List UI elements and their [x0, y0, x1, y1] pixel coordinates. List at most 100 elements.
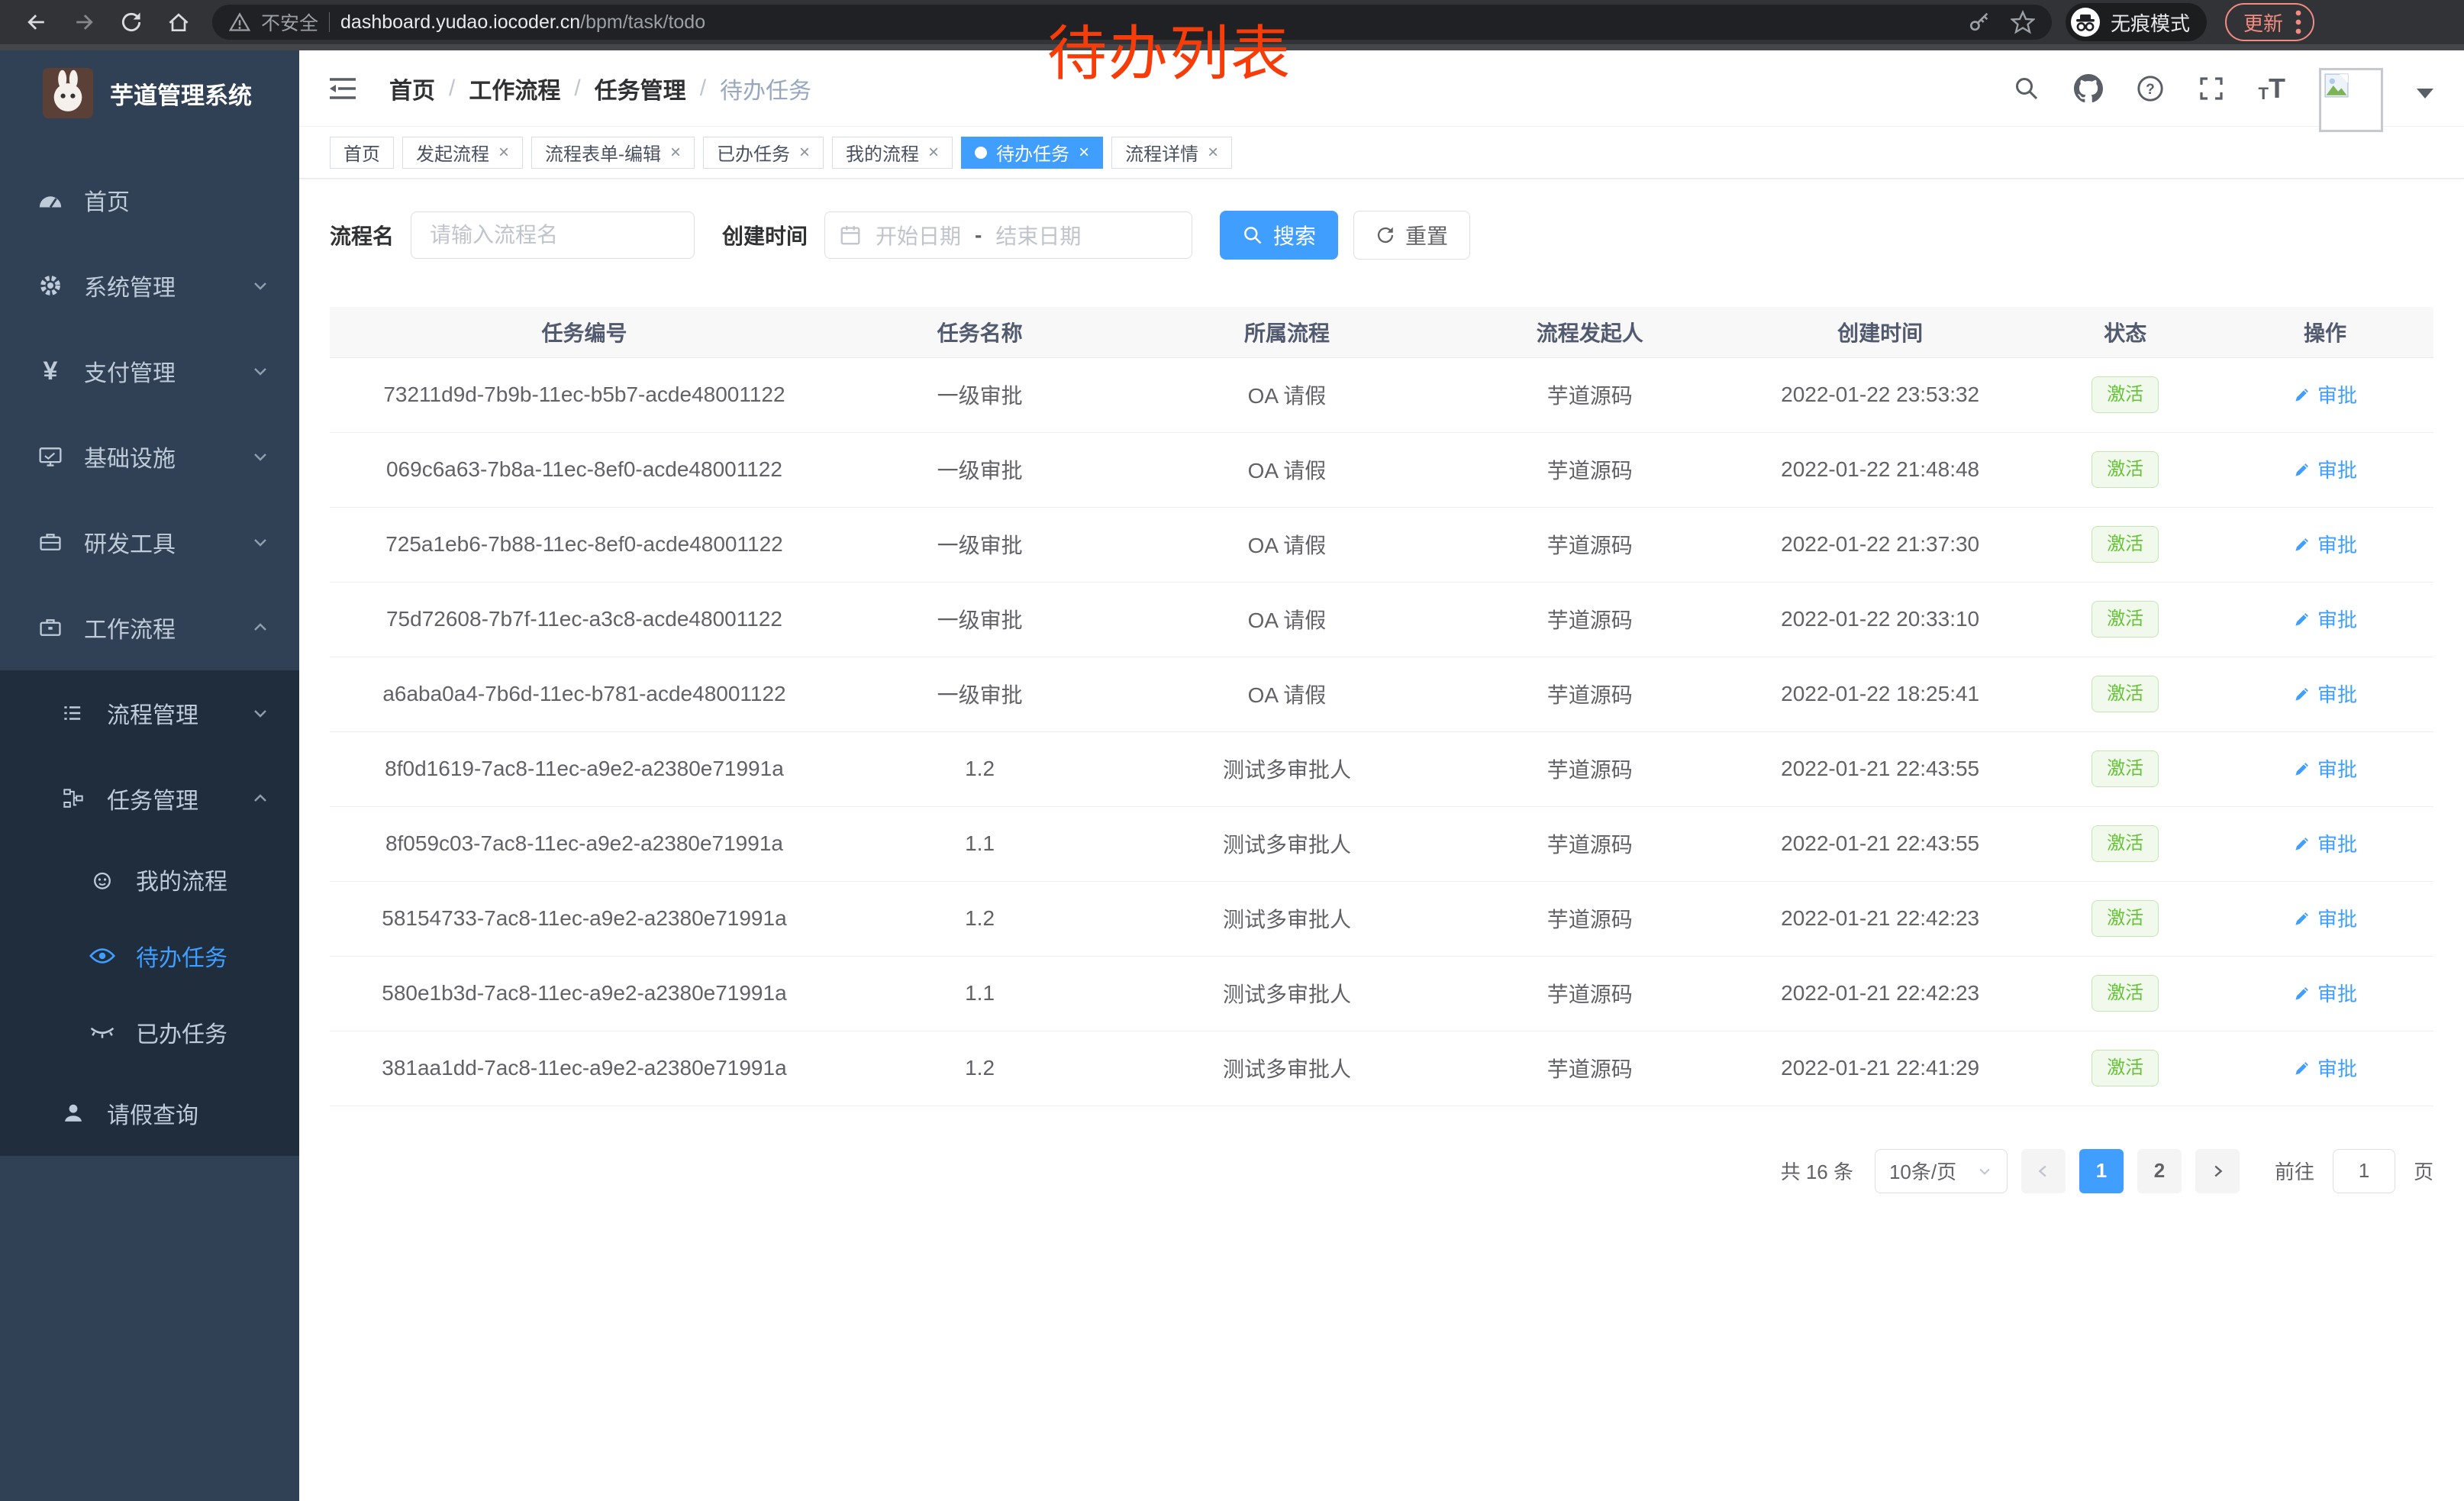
sidebar-item-task-management[interactable]: 任务管理 — [0, 756, 299, 841]
github-icon[interactable] — [2074, 74, 2103, 103]
prev-page-button[interactable] — [2021, 1149, 2066, 1193]
tab-label: 发起流程 — [416, 139, 489, 166]
close-icon[interactable]: × — [1208, 144, 1218, 162]
goto-page-input[interactable] — [2333, 1149, 2395, 1193]
approve-button[interactable]: 审批 — [2293, 530, 2357, 558]
sidebar-item-dev-tools[interactable]: 研发工具 — [0, 499, 299, 585]
breadcrumb-task-management[interactable]: 任务管理 — [595, 72, 686, 105]
search-icon[interactable] — [2013, 75, 2040, 102]
avatar[interactable] — [2319, 68, 2383, 132]
reset-button[interactable]: 重置 — [1353, 211, 1470, 260]
page-button-2[interactable]: 2 — [2137, 1149, 2182, 1193]
col-starter: 流程发起人 — [1453, 307, 1727, 357]
close-icon[interactable]: × — [498, 144, 509, 162]
sidebar-item-process-management[interactable]: 流程管理 — [0, 670, 299, 756]
end-date-placeholder[interactable]: 结束日期 — [995, 220, 1081, 250]
browser-update-button[interactable]: 更新 — [2225, 3, 2314, 41]
browser-reload-button[interactable] — [111, 2, 151, 42]
cell-process: 测试多审批人 — [1121, 806, 1453, 881]
cell-task-id: 75d72608-7b7f-11ec-a3c8-acde48001122 — [330, 582, 839, 657]
incognito-badge: 无痕模式 — [2066, 3, 2207, 41]
logo-row[interactable]: 芋道管理系统 — [0, 50, 299, 136]
cell-starter: 芋道源码 — [1453, 357, 1727, 432]
logo-image — [43, 68, 93, 118]
close-icon[interactable]: × — [799, 144, 810, 162]
cell-task-id: 580e1b3d-7ac8-11ec-a9e2-a2380e71991a — [330, 956, 839, 1031]
approve-button[interactable]: 审批 — [2293, 455, 2357, 483]
font-size-icon[interactable]: TT — [2259, 75, 2285, 102]
update-label[interactable]: 更新 — [2243, 8, 2283, 37]
pencil-icon — [2293, 386, 2311, 404]
sidebar-item-payment[interactable]: ¥ 支付管理 — [0, 328, 299, 414]
help-icon[interactable]: ? — [2137, 75, 2164, 102]
sidebar-item-todo-tasks[interactable]: 待办任务 — [0, 918, 299, 994]
sidebar-item-my-process[interactable]: 我的流程 — [0, 841, 299, 918]
sidebar-item-label: 已办任务 — [136, 1015, 227, 1049]
table-header-row: 任务编号 任务名称 所属流程 流程发起人 创建时间 状态 操作 — [330, 307, 2433, 357]
approve-button[interactable]: 审批 — [2293, 679, 2357, 708]
date-range-picker[interactable]: 开始日期 - 结束日期 — [824, 211, 1192, 259]
tab-label: 流程详情 — [1125, 139, 1198, 166]
tab-process-detail[interactable]: 流程详情 × — [1111, 137, 1232, 169]
status-badge: 激活 — [2091, 601, 2159, 638]
fullscreen-icon[interactable] — [2198, 75, 2225, 102]
start-date-placeholder[interactable]: 开始日期 — [876, 220, 961, 250]
breadcrumb-workflow[interactable]: 工作流程 — [469, 72, 560, 105]
close-icon[interactable]: × — [670, 144, 681, 162]
process-name-input[interactable] — [411, 211, 695, 259]
cell-actions: 审批 — [2217, 507, 2433, 582]
approve-button[interactable]: 审批 — [2293, 605, 2357, 633]
approve-button[interactable]: 审批 — [2293, 380, 2357, 408]
security-warning-icon[interactable] — [229, 11, 250, 33]
eye-icon — [85, 946, 119, 966]
tab-my-process[interactable]: 我的流程× — [832, 137, 953, 169]
tab-start-process[interactable]: 发起流程 × — [402, 137, 523, 169]
bookmark-star-icon[interactable] — [2011, 10, 2035, 34]
search-button[interactable]: 搜索 — [1220, 211, 1338, 260]
filter-bar: 流程名 创建时间 开始日期 - 结束日期 搜索 重置 — [299, 211, 2464, 260]
sidebar-item-workflow[interactable]: 工作流程 — [0, 585, 299, 670]
cell-starter: 芋道源码 — [1453, 806, 1727, 881]
tab-done-tasks[interactable]: 已办任务× — [703, 137, 824, 169]
tab-home[interactable]: 首页 — [330, 137, 394, 169]
breadcrumb-home[interactable]: 首页 — [389, 72, 435, 105]
face-icon — [85, 867, 119, 892]
table-row: 73211d9d-7b9b-11ec-b5b7-acde48001122 一级审… — [330, 357, 2433, 432]
incognito-icon — [2070, 7, 2101, 37]
cell-created: 2022-01-22 18:25:41 — [1727, 657, 2033, 731]
password-key-icon[interactable] — [1968, 11, 1991, 34]
sidebar-item-infrastructure[interactable]: 基础设施 — [0, 414, 299, 499]
cell-created: 2022-01-22 20:33:10 — [1727, 582, 2033, 657]
next-page-button[interactable] — [2195, 1149, 2240, 1193]
browser-menu-kebab-icon[interactable] — [2295, 9, 2302, 35]
approve-button[interactable]: 审批 — [2293, 829, 2357, 857]
browser-home-button[interactable] — [159, 2, 198, 42]
browser-forward-button[interactable] — [64, 2, 104, 42]
sidebar-item-home[interactable]: 首页 — [0, 157, 299, 243]
close-icon[interactable]: × — [1079, 144, 1089, 162]
cell-process: OA 请假 — [1121, 507, 1453, 582]
breadcrumb-separator: / — [449, 76, 455, 102]
avatar-caret-icon[interactable] — [2417, 89, 2433, 98]
sidebar-item-system[interactable]: 系统管理 — [0, 243, 299, 328]
tab-form-edit[interactable]: 流程表单-编辑× — [531, 137, 695, 169]
page-size-select[interactable]: 10条/页 — [1875, 1149, 2008, 1193]
tab-todo-tasks[interactable]: 待办任务× — [961, 137, 1103, 169]
approve-button[interactable]: 审批 — [2293, 904, 2357, 932]
cell-status: 激活 — [2033, 1031, 2217, 1106]
approve-button[interactable]: 审批 — [2293, 979, 2357, 1007]
table-row: 8f059c03-7ac8-11ec-a9e2-a2380e71991a 1.1… — [330, 806, 2433, 881]
browser-back-button[interactable] — [17, 2, 56, 42]
cell-status: 激活 — [2033, 806, 2217, 881]
sidebar-item-done-tasks[interactable]: 已办任务 — [0, 994, 299, 1070]
sidebar-item-leave-query[interactable]: 请假查询 — [0, 1070, 299, 1156]
chevron-down-icon — [1976, 1163, 1993, 1180]
url-text[interactable]: dashboard.yudao.iocoder.cn/bpm/task/todo — [340, 11, 705, 34]
sidebar-toggle-icon[interactable] — [322, 70, 363, 107]
security-label[interactable]: 不安全 — [261, 8, 318, 36]
status-badge: 激活 — [2091, 825, 2159, 862]
page-button-1[interactable]: 1 — [2079, 1149, 2124, 1193]
approve-button[interactable]: 审批 — [2293, 1054, 2357, 1082]
close-icon[interactable]: × — [928, 144, 939, 162]
approve-button[interactable]: 审批 — [2293, 754, 2357, 783]
